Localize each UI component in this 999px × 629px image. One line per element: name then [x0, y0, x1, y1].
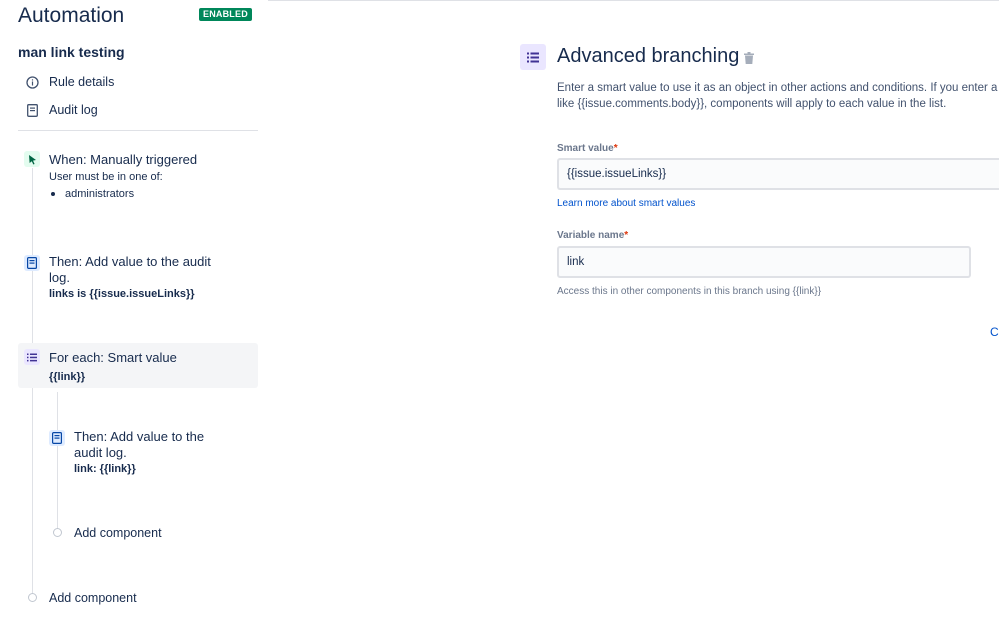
required-mark: * [624, 230, 629, 241]
panel-title: Advanced branching [557, 45, 740, 67]
nav-rule-details-label: Rule details [49, 75, 115, 89]
branch-list-icon [24, 349, 40, 365]
status-badge: ENABLED [199, 8, 252, 21]
action-detail: links is {{issue.issueLinks}} [49, 288, 195, 300]
smart-value-label: Smart value* [557, 143, 618, 154]
top-border [268, 0, 999, 1]
audit-log-icon [49, 430, 65, 446]
nested-action-title-line1: Then: Add value to the [74, 429, 205, 444]
nav-divider [18, 130, 258, 131]
info-icon [24, 74, 40, 90]
variable-name-label-text: Variable name [557, 230, 625, 241]
description-line1: Enter a smart value to use it as an obje… [557, 82, 998, 94]
nav-audit-log-label: Audit log [49, 103, 98, 117]
list-item: administrators [49, 188, 197, 200]
action-title-line2: log. [49, 270, 70, 285]
audit-log-icon [24, 255, 40, 271]
audit-log-action-step[interactable]: Then: Add value to the audit log. links … [24, 254, 258, 304]
nav-rule-details[interactable]: Rule details [24, 73, 114, 91]
action-title-line1: Then: Add value to the audit [49, 254, 211, 269]
nested-action-detail: link: {{link}} [74, 463, 136, 475]
nested-audit-log-action-step[interactable]: Then: Add value to the audit log. link: … [49, 429, 258, 479]
add-component-dot [53, 528, 62, 537]
trigger-title: When: Manually triggered [49, 152, 198, 167]
trigger-step[interactable]: When: Manually triggered User must be in… [24, 151, 258, 211]
variable-name-label: Variable name* [557, 230, 628, 241]
add-component-button[interactable]: Add component [49, 591, 137, 605]
description-line2: like {{issue.comments.body}}, components… [557, 98, 947, 110]
branch-list-icon [520, 44, 546, 70]
rule-name: man link testing [18, 44, 125, 60]
cursor-click-icon [24, 151, 40, 167]
variable-name-input[interactable]: link [557, 246, 971, 278]
cancel-button[interactable]: Ca [990, 325, 999, 339]
add-component-dot [28, 593, 37, 602]
bullet-dot [51, 192, 55, 196]
trash-icon[interactable] [744, 51, 756, 65]
panel-description: Enter a smart value to use it as an obje… [557, 80, 999, 112]
branch-title: For each: Smart value [49, 350, 177, 365]
nested-add-component-button[interactable]: Add component [74, 526, 162, 540]
trigger-subtitle: User must be in one of: [49, 171, 163, 183]
branch-detail: {{link}} [49, 371, 86, 383]
nested-action-title-line2: audit log. [74, 445, 127, 460]
required-mark: * [613, 143, 618, 154]
group-name: administrators [65, 188, 135, 200]
app-title: Automation [18, 4, 125, 27]
learn-more-link[interactable]: Learn more about smart values [557, 198, 695, 209]
smart-value-label-text: Smart value [557, 143, 614, 154]
nav-audit-log[interactable]: Audit log [24, 101, 98, 119]
smart-value-input[interactable]: {{issue.issueLinks}} [557, 158, 999, 190]
branch-step[interactable]: For each: Smart value {{link}} [24, 349, 258, 385]
variable-name-hint: Access this in other components in this … [557, 286, 822, 297]
document-icon [24, 102, 40, 118]
